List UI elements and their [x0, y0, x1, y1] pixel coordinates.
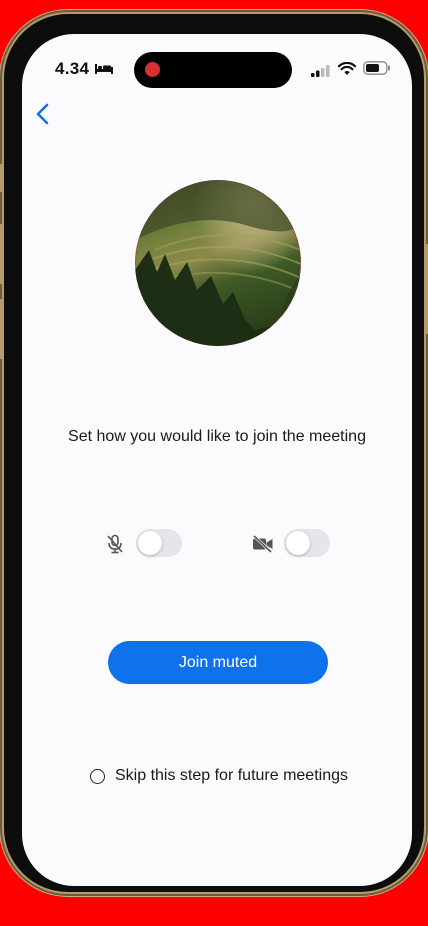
- audio-toggle[interactable]: [136, 529, 182, 557]
- mic-off-icon: [106, 534, 124, 559]
- landscape-image: [135, 180, 301, 346]
- avatar: [135, 180, 301, 346]
- chevron-left-icon: [36, 103, 49, 125]
- status-bar: 4.34: [22, 34, 412, 96]
- join-muted-button[interactable]: Join muted: [108, 641, 328, 684]
- skip-step-radio[interactable]: [90, 769, 105, 784]
- side-button: [0, 224, 4, 284]
- battery-icon: [363, 61, 391, 80]
- side-button: [0, 299, 4, 359]
- status-time: 4.34: [55, 59, 90, 78]
- side-button: [0, 164, 4, 192]
- wifi-icon: [337, 61, 357, 81]
- signal-icon: [311, 64, 331, 82]
- recording-indicator-icon: [145, 62, 160, 77]
- phone-frame: 4.34 Set how you would like to join the …: [0, 14, 428, 892]
- dynamic-island: [134, 52, 292, 88]
- join-prompt-text: Set how you would like to join the meeti…: [68, 428, 366, 445]
- toggle-knob: [138, 531, 162, 555]
- side-button: [424, 244, 428, 334]
- back-button[interactable]: [28, 100, 58, 130]
- video-off-icon: [252, 534, 274, 558]
- video-toggle[interactable]: [284, 529, 330, 557]
- toggle-knob: [286, 531, 310, 555]
- screen: 4.34 Set how you would like to join the …: [22, 34, 412, 886]
- skip-step-label[interactable]: Skip this step for future meetings: [115, 767, 348, 785]
- bed-icon: [95, 61, 113, 79]
